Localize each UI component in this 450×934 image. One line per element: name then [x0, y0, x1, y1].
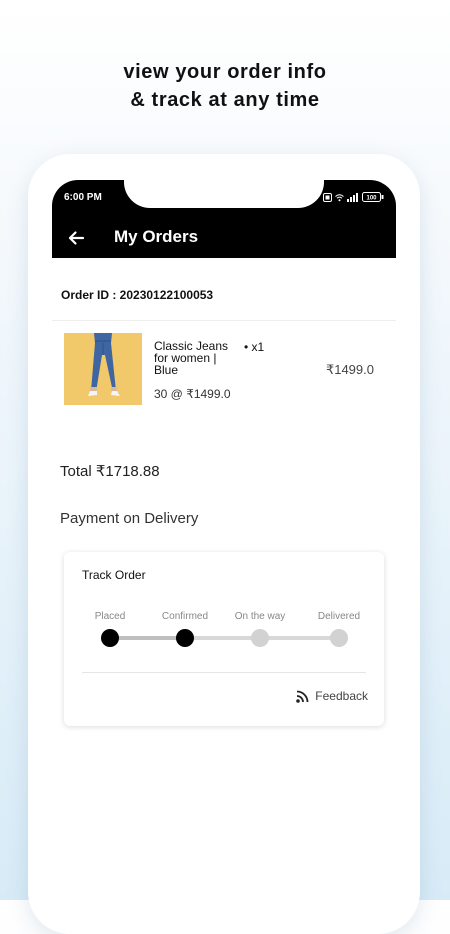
track-order-card: Track Order Placed Confirmed On the way … — [64, 552, 384, 726]
status-bar: 6:00 PM 100 — [52, 180, 396, 222]
notification-icon — [323, 192, 332, 202]
back-button[interactable] — [60, 224, 92, 252]
order-id: Order ID : 20230122100053 — [61, 288, 214, 302]
promo-headline: view your order info & track at any time — [0, 58, 450, 114]
step-dot-delivered — [330, 629, 348, 647]
feedback-label: Feedback — [315, 689, 368, 703]
product-name: Classic Jeans for women | Blue — [154, 339, 229, 377]
phone-notch — [124, 180, 324, 208]
product-size-unit-price: 30 @ ₹1499.0 — [154, 387, 231, 401]
progress-track-completed — [110, 636, 185, 640]
feedback-button[interactable]: Feedback — [296, 689, 368, 703]
jeans-illustration — [88, 333, 120, 396]
product-price: ₹1499.0 — [325, 362, 374, 377]
step-label-confirmed: Confirmed — [161, 611, 209, 622]
status-icons: 100 — [323, 192, 384, 202]
rss-feed-icon — [296, 690, 309, 703]
step-dot-confirmed — [176, 629, 194, 647]
headline-line-2: & track at any time — [130, 89, 320, 111]
card-divider — [82, 672, 366, 673]
status-time: 6:00 PM — [64, 192, 102, 203]
signal-icon — [347, 192, 358, 202]
battery-icon: 100 — [362, 192, 384, 202]
step-dot-on-the-way — [251, 629, 269, 647]
track-order-title: Track Order — [82, 568, 146, 582]
product-quantity: • x1 — [244, 340, 265, 354]
app-bar: My Orders — [52, 222, 396, 258]
wifi-icon — [335, 193, 344, 201]
step-label-delivered: Delivered — [317, 611, 361, 622]
page-title: My Orders — [114, 227, 199, 246]
headline-line-1: view your order info — [123, 61, 327, 83]
payment-method: Payment on Delivery — [60, 510, 199, 527]
step-label-on-the-way: On the way — [234, 611, 286, 622]
phone-screen: 6:00 PM 100 My Orders Order ID: 2023012… — [52, 180, 396, 900]
order-total: Total ₹1718.88 — [60, 463, 160, 480]
step-label-placed: Placed — [94, 611, 126, 622]
arrow-left-icon — [68, 231, 85, 245]
svg-text:100: 100 — [366, 196, 377, 202]
step-dot-placed — [101, 629, 119, 647]
product-image[interactable] — [64, 333, 142, 405]
divider — [52, 320, 396, 321]
